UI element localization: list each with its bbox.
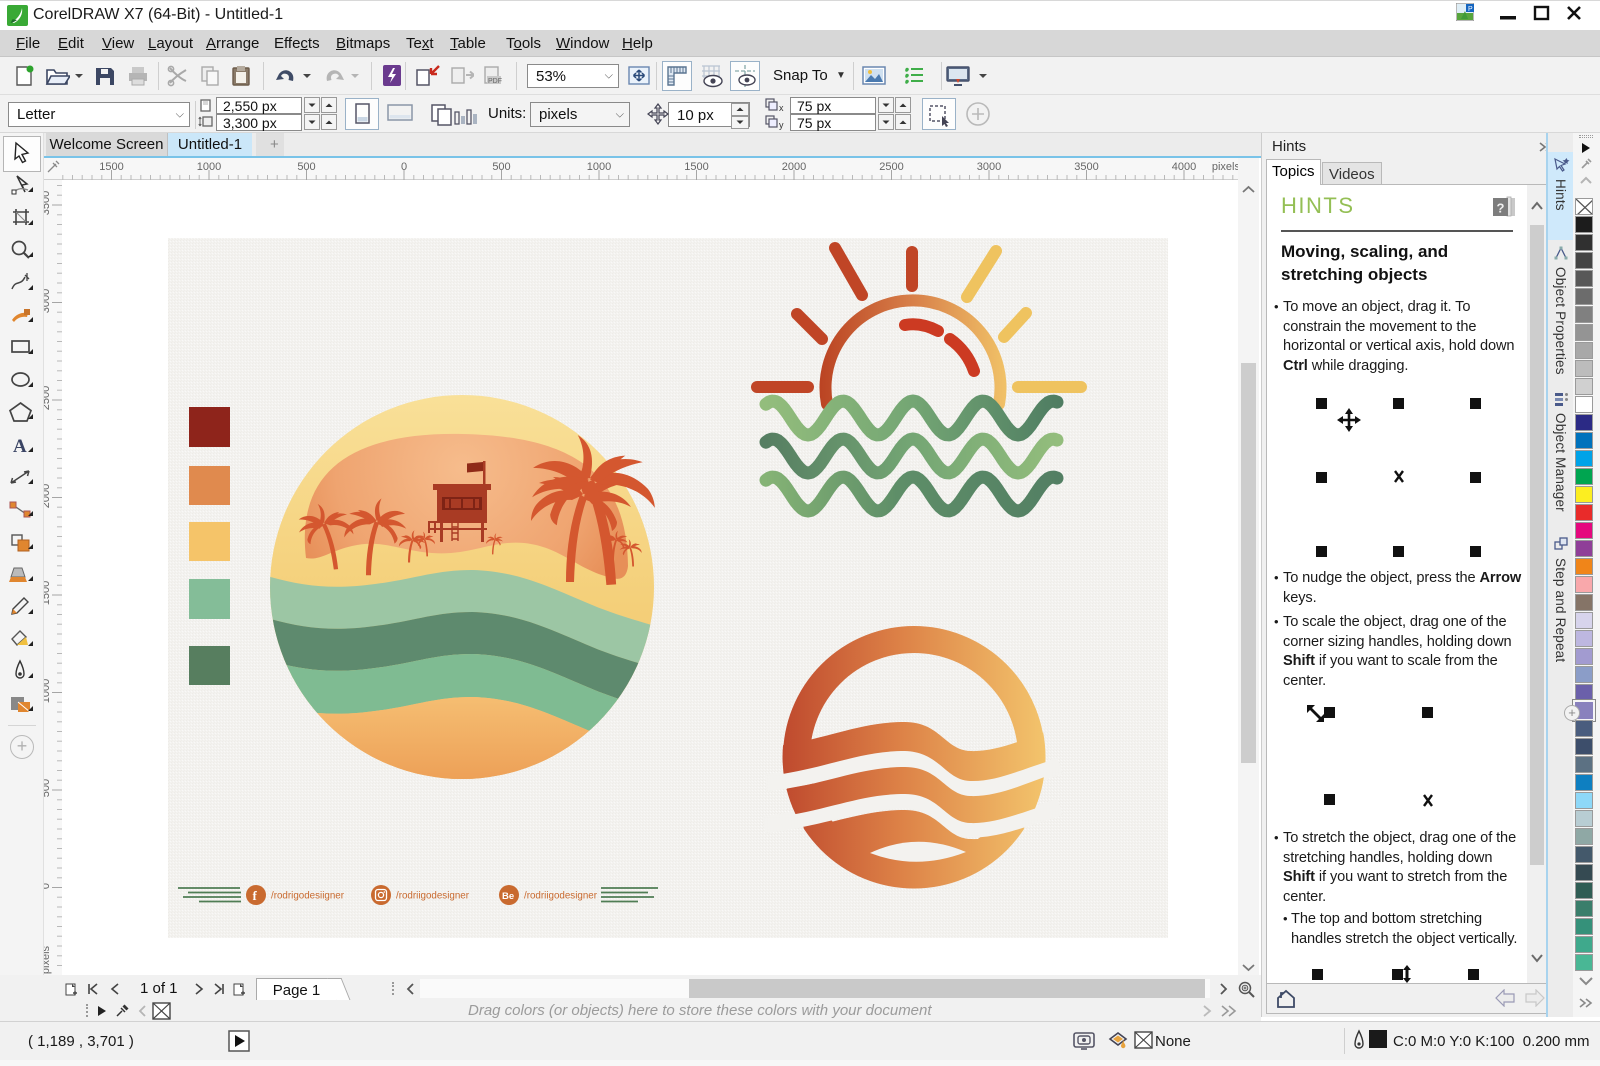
svg-text:f: f (253, 888, 258, 903)
svg-text:PDF: PDF (488, 78, 502, 85)
svg-text:A: A (13, 436, 27, 457)
svg-text:Be: Be (502, 891, 514, 902)
svg-text:P: P (1468, 6, 1473, 13)
svg-text:/rodrigodesiigner: /rodrigodesiigner (271, 891, 345, 902)
svg-text:y: y (779, 120, 784, 130)
svg-text:x: x (779, 103, 784, 113)
svg-text:?: ? (1497, 201, 1505, 216)
svg-text:/rodriigodesigner: /rodriigodesigner (524, 891, 598, 902)
svg-text:/rodriigodesigner: /rodriigodesigner (396, 891, 470, 902)
